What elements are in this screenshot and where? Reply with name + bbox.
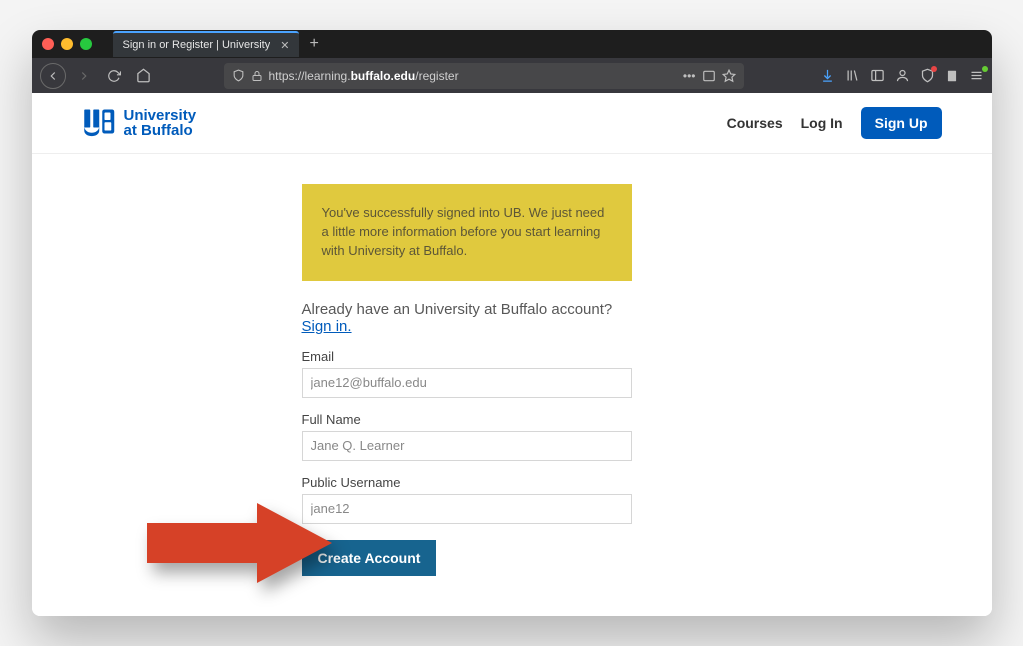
browser-tab[interactable]: Sign in or Register | University ✕ <box>113 31 300 57</box>
sign-in-link[interactable]: Sign in. <box>302 318 352 335</box>
email-label: Email <box>302 349 632 364</box>
nav-courses[interactable]: Courses <box>727 115 783 131</box>
site-logo[interactable]: University at Buffalo <box>82 105 197 141</box>
username-label: Public Username <box>302 475 632 490</box>
email-field[interactable] <box>302 368 632 398</box>
logo-line2: at Buffalo <box>124 123 197 138</box>
account-icon[interactable] <box>895 68 910 83</box>
reader-mode-icon[interactable] <box>702 69 716 83</box>
library-icon[interactable] <box>845 68 860 83</box>
notes-icon[interactable] <box>945 69 959 83</box>
url-text: https://learning.buffalo.edu/register <box>269 69 459 83</box>
ub-logo-icon <box>82 105 118 141</box>
reload-button[interactable] <box>102 64 126 88</box>
maximize-window-button[interactable] <box>80 38 92 50</box>
fullname-label: Full Name <box>302 412 632 427</box>
nav-login[interactable]: Log In <box>801 115 843 131</box>
sidebar-icon[interactable] <box>870 68 885 83</box>
signup-button[interactable]: Sign Up <box>861 107 942 139</box>
tab-title: Sign in or Register | University <box>123 39 271 51</box>
minimize-window-button[interactable] <box>61 38 73 50</box>
shield-icon <box>232 69 245 82</box>
download-icon[interactable] <box>820 68 835 83</box>
back-button[interactable] <box>40 63 66 89</box>
protection-icon[interactable] <box>920 68 935 83</box>
lock-icon <box>251 70 263 82</box>
bookmark-star-icon[interactable] <box>722 69 736 83</box>
ellipsis-icon[interactable]: ••• <box>683 69 696 83</box>
annotation-arrow <box>137 498 337 593</box>
close-tab-icon[interactable]: ✕ <box>280 39 289 52</box>
fullname-field[interactable] <box>302 431 632 461</box>
new-tab-button[interactable]: + <box>299 35 328 53</box>
address-bar[interactable]: https://learning.buffalo.edu/register ••… <box>224 63 744 89</box>
logo-line1: University <box>124 108 197 123</box>
home-button[interactable] <box>132 64 156 88</box>
already-have-account-text: Already have an University at Buffalo ac… <box>302 301 632 335</box>
success-banner: You've successfully signed into UB. We j… <box>302 184 632 281</box>
close-window-button[interactable] <box>42 38 54 50</box>
forward-button <box>72 64 96 88</box>
username-field[interactable] <box>302 494 632 524</box>
menu-icon[interactable] <box>969 68 984 83</box>
